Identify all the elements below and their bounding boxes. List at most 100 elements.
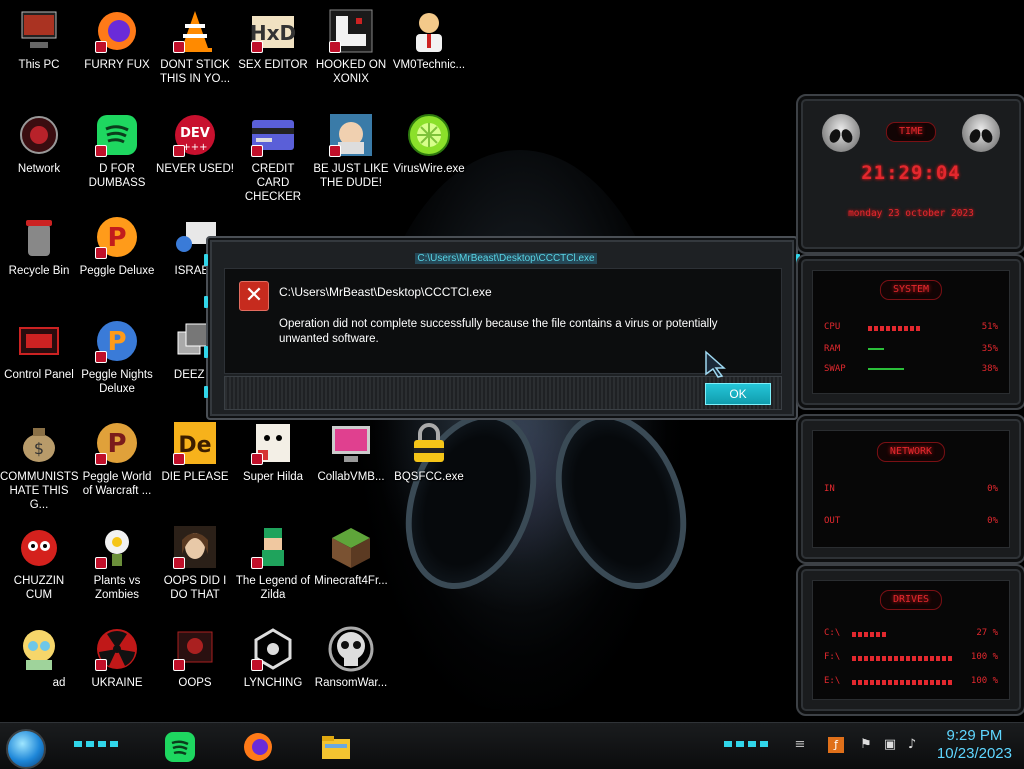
dude-icon bbox=[328, 112, 374, 158]
desktop-icon-sex-editor[interactable]: HxD SEX EDITOR bbox=[234, 8, 312, 72]
stat-key: CPU bbox=[824, 322, 841, 332]
dialog-notch bbox=[204, 386, 208, 398]
stat-key: IN bbox=[824, 484, 835, 494]
drive-f-row: F:\ 100 % bbox=[824, 652, 998, 666]
error-x-icon: ✕ bbox=[239, 281, 269, 311]
desktop-icon-chuzzin[interactable]: CHUZZIN CUM bbox=[0, 524, 78, 602]
lock-icon bbox=[406, 420, 452, 466]
peggle-wow-icon: P bbox=[94, 420, 140, 466]
stat-key: OUT bbox=[824, 516, 841, 526]
ram-stat-row: RAM 35% bbox=[824, 344, 998, 358]
desktop-icon-dont-stick[interactable]: DONT STICK THIS IN YO... bbox=[156, 8, 234, 86]
taskbar-clock[interactable]: 9:29 PM 10/23/2023 bbox=[937, 727, 1012, 763]
time-widget-date: monday 23 october 2023 bbox=[848, 208, 974, 219]
desktop-icon-bqsfcc[interactable]: BQSFCC.exe bbox=[390, 420, 468, 484]
spotify-icon[interactable] bbox=[164, 731, 196, 763]
cpu-bar bbox=[868, 326, 920, 331]
peggle-icon: P bbox=[94, 214, 140, 260]
network-widget: NETWORK IN 0% OUT 0% bbox=[796, 414, 1024, 564]
network-in-row: IN 0% bbox=[824, 484, 998, 498]
stat-value: 51% bbox=[981, 322, 998, 332]
start-orb-icon[interactable] bbox=[6, 729, 46, 769]
desktop-icon-peggle-deluxe[interactable]: P Peggle Deluxe bbox=[78, 214, 156, 278]
pvz-icon bbox=[94, 524, 140, 570]
desktop-icon-control-panel[interactable]: Control Panel bbox=[0, 318, 78, 382]
money-bag-icon: $ bbox=[16, 420, 62, 466]
ok-button[interactable]: OK bbox=[705, 383, 771, 405]
desktop-icon-pvz[interactable]: Plants vs Zombies bbox=[78, 524, 156, 602]
desktop-icon-credit-card[interactable]: CREDIT CARD CHECKER bbox=[234, 112, 312, 204]
zelda-icon bbox=[250, 524, 296, 570]
desktop-icon-ukraine[interactable]: UKRAINE bbox=[78, 626, 156, 690]
recycle-bin-icon bbox=[16, 214, 62, 260]
svg-text:+++: +++ bbox=[182, 142, 207, 153]
drives-widget-header: DRIVES bbox=[879, 590, 943, 610]
alien-head-icon bbox=[822, 114, 860, 152]
icon-label: OOPS bbox=[178, 677, 212, 689]
desktop-icon-vm0technician[interactable]: VM0Technic... bbox=[390, 8, 468, 72]
icon-label: FURRY FUX bbox=[84, 59, 150, 71]
icon-label: BE JUST LIKE THE DUDE! bbox=[313, 163, 389, 189]
desktop-icon-furry-fux[interactable]: FURRY FUX bbox=[78, 8, 156, 72]
swap-bar bbox=[868, 368, 904, 370]
stat-key: F:\ bbox=[824, 652, 841, 662]
desktop-icon-recycle-bin[interactable]: Recycle Bin bbox=[0, 214, 78, 278]
desktop-icon-never-used[interactable]: DEV +++ NEVER USED! bbox=[156, 112, 234, 176]
desktop-icon-ransomware[interactable]: RansomWar... bbox=[312, 626, 390, 690]
volume-icon[interactable]: ♪ bbox=[904, 737, 920, 753]
desktop-icon-xonix[interactable]: HOOKED ON XONIX bbox=[312, 8, 390, 86]
network-tray-icon[interactable]: ▣ bbox=[882, 737, 898, 753]
hxd-editor-icon: HxD bbox=[250, 8, 296, 54]
desktop-icon-peggle-wow[interactable]: P Peggle World of Warcraft ... bbox=[78, 420, 156, 498]
icon-label: CHUZZIN CUM bbox=[13, 575, 65, 601]
dialog-title: C:\Users\MrBeast\Desktop\CCCTCl.exe bbox=[415, 253, 597, 264]
icon-label: VirusWire.exe bbox=[393, 163, 465, 175]
svg-text:P: P bbox=[107, 429, 126, 459]
xonix-icon bbox=[328, 8, 374, 54]
desktop-icon-oops[interactable]: OOPS bbox=[156, 626, 234, 690]
stat-key: RAM bbox=[824, 344, 841, 354]
desktop-icon-lynching[interactable]: LYNCHING bbox=[234, 626, 312, 690]
control-panel-icon bbox=[16, 318, 62, 364]
stat-key: E:\ bbox=[824, 676, 841, 686]
desktop-icon-d-for-dumbass[interactable]: D FOR DUMBASS bbox=[78, 112, 156, 190]
desktop-icon-viruswire[interactable]: VirusWire.exe bbox=[390, 112, 468, 176]
dev-cpp-icon: DEV +++ bbox=[172, 112, 218, 158]
dialog-titlebar[interactable]: C:\Users\MrBeast\Desktop\CCCTCl.exe bbox=[406, 246, 606, 264]
file-explorer-icon[interactable] bbox=[320, 731, 352, 763]
skull-icon bbox=[328, 626, 374, 672]
taskbar-decoration bbox=[724, 741, 772, 747]
security-flag-icon[interactable]: ⚑ bbox=[858, 737, 874, 753]
desktop-icon-this-pc[interactable]: This PC bbox=[0, 8, 78, 72]
desktop-icon-collabvm[interactable]: CollabVMB... bbox=[312, 420, 390, 484]
spotify-icon bbox=[94, 112, 140, 158]
svg-text:P: P bbox=[107, 327, 126, 357]
desktop-icon-communists[interactable]: $ COMMUNISTS HATE THIS G... bbox=[0, 420, 79, 512]
desktop-icon-network[interactable]: Network bbox=[0, 112, 78, 176]
alien-head-icon bbox=[962, 114, 1000, 152]
icon-label: D FOR DUMBASS bbox=[88, 163, 146, 189]
firefox-icon[interactable] bbox=[242, 731, 274, 763]
flash-icon[interactable]: ƒ bbox=[828, 737, 844, 753]
super-hilda-icon bbox=[250, 420, 296, 466]
time-widget-header: TIME bbox=[885, 122, 937, 142]
desktop-icon-zilda[interactable]: The Legend of Zilda bbox=[234, 524, 312, 602]
desktop-icon-minecraft[interactable]: Minecraft4Fr... bbox=[312, 524, 390, 588]
icon-label: LYNCHING bbox=[243, 677, 303, 689]
desktop-icon-oops-did-i[interactable]: OOPS DID I DO THAT bbox=[156, 524, 234, 602]
character-icon bbox=[16, 626, 62, 672]
icon-label: HOOKED ON XONIX bbox=[315, 59, 387, 85]
desktop-icon-die-please[interactable]: De DIE PLEASE bbox=[156, 420, 234, 484]
desktop-icon-super-hilda[interactable]: Super Hilda bbox=[234, 420, 312, 484]
stat-value: 35% bbox=[981, 344, 998, 354]
stat-value: 27 % bbox=[976, 628, 998, 638]
desktop-icon-dude[interactable]: BE JUST LIKE THE DUDE! bbox=[312, 112, 390, 190]
icon-label: Network bbox=[17, 163, 61, 175]
desktop-icon-peggle-nights[interactable]: P Peggle Nights Deluxe bbox=[78, 318, 156, 396]
icon-label: Recycle Bin bbox=[8, 265, 70, 277]
tray-menu-icon[interactable]: ≡ bbox=[792, 737, 808, 753]
drive-c-row: C:\ 27 % bbox=[824, 628, 998, 642]
desktop-icon-ad[interactable]: ad bbox=[0, 626, 78, 690]
stat-key: SWAP bbox=[824, 364, 846, 374]
icon-label: This PC bbox=[18, 59, 60, 71]
